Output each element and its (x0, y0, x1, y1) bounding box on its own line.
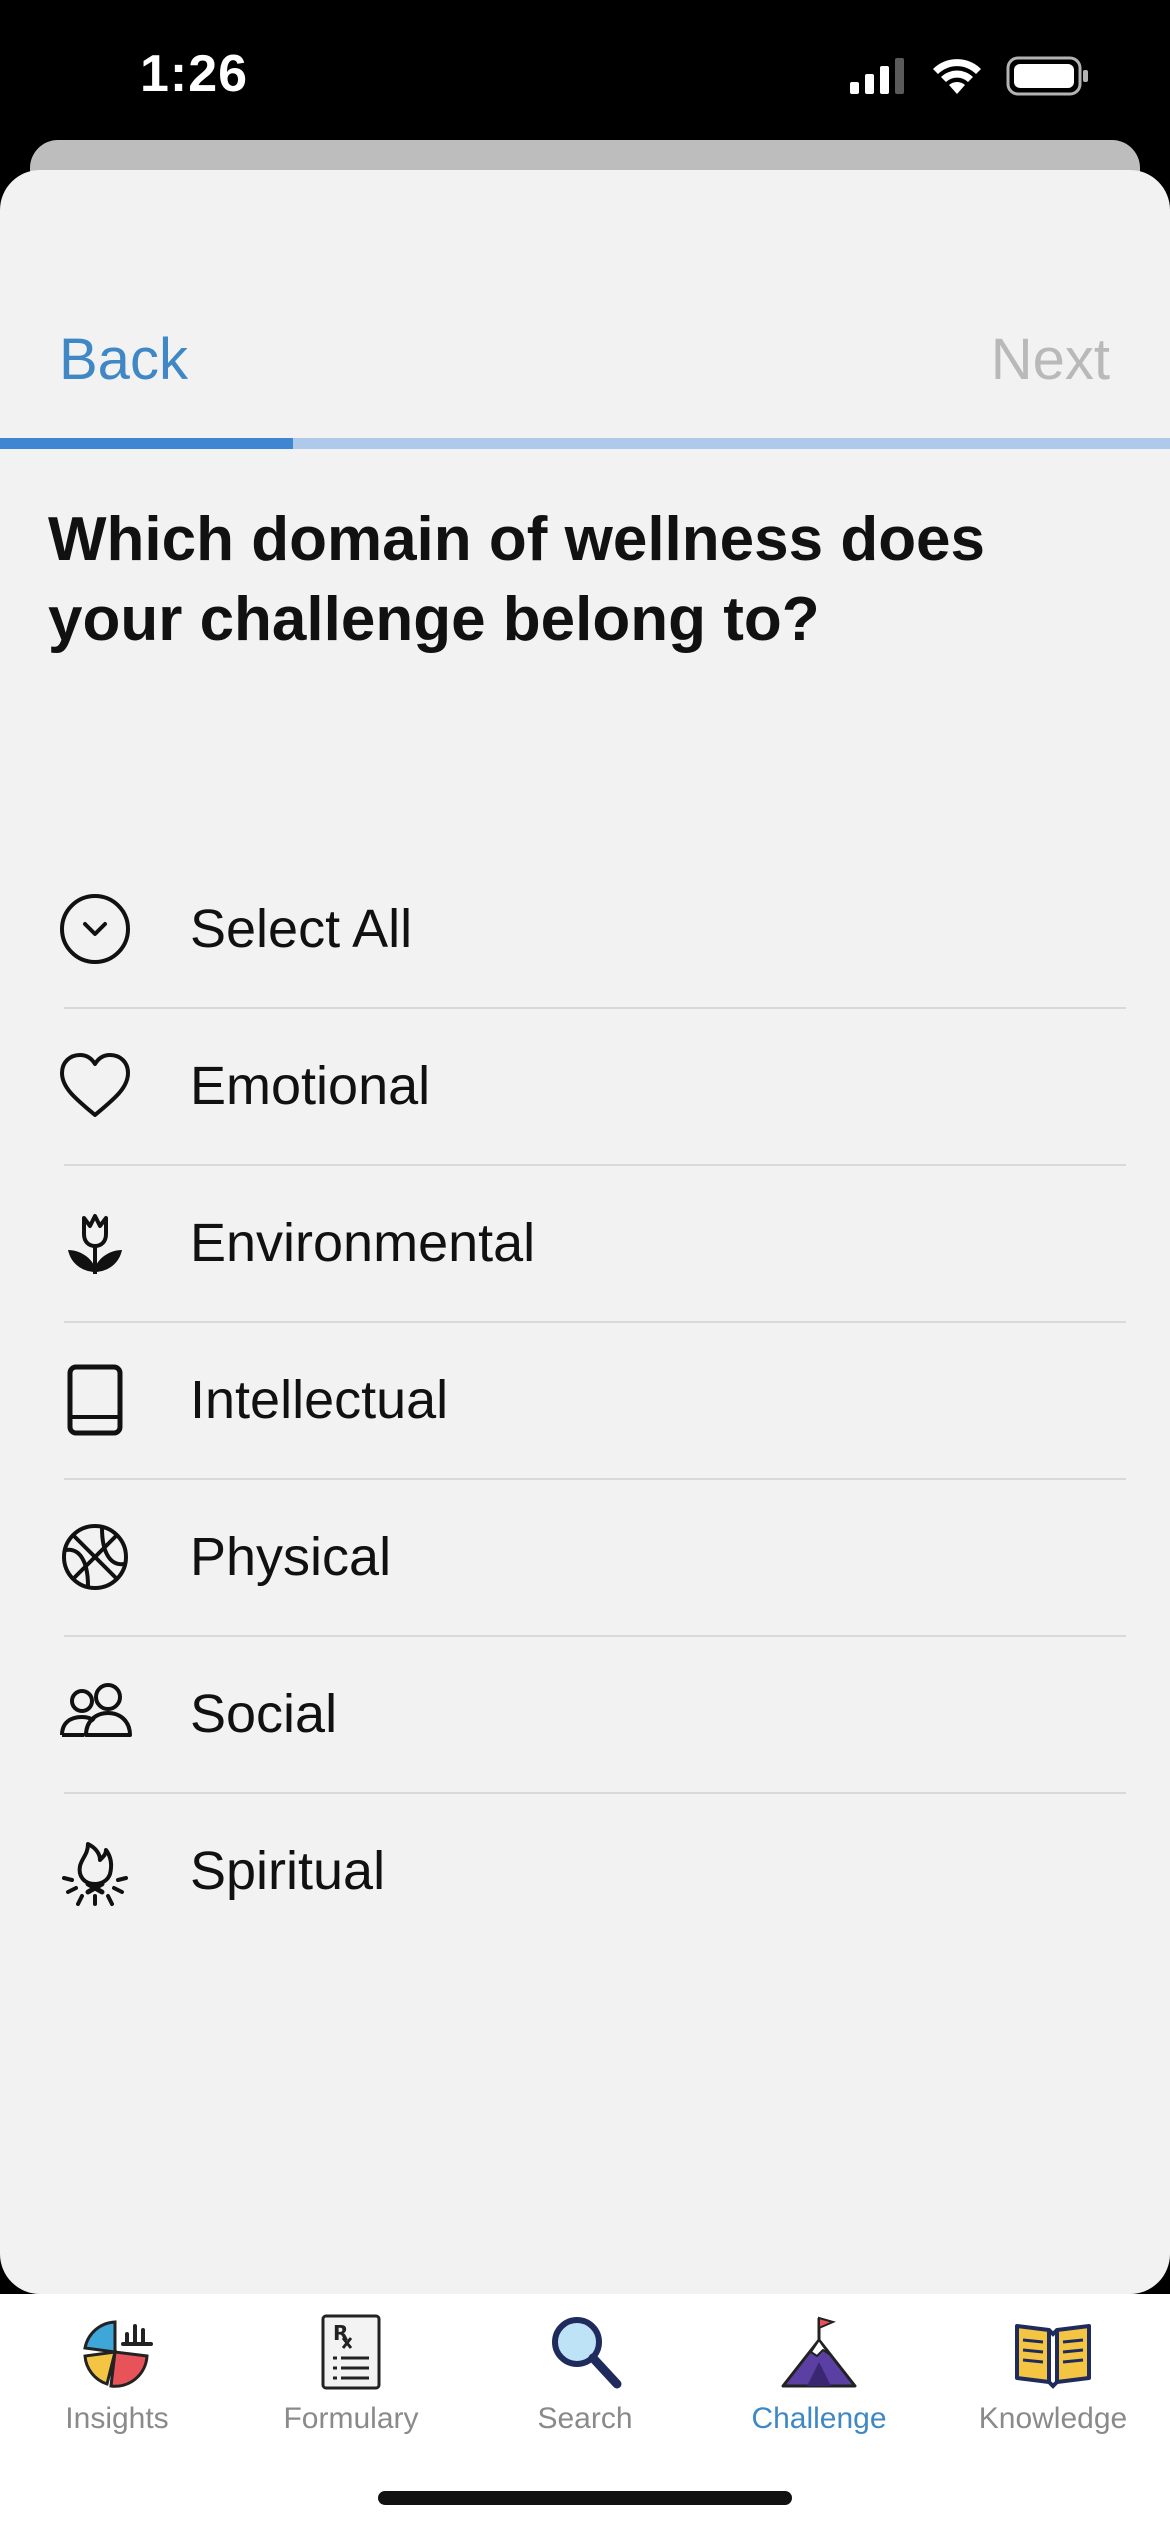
status-time: 1:26 (140, 45, 249, 103)
option-label: Physical (190, 1527, 392, 1587)
option-list: Select All Emotional Environmental Intel… (0, 852, 1170, 1951)
option-physical[interactable]: Physical (0, 1480, 1170, 1637)
challenge-sheet: Back Next Which domain of wellness does … (0, 170, 1170, 2294)
magnifier-icon (552, 2317, 622, 2389)
wifi-icon (933, 59, 981, 94)
campfire-icon (62, 1842, 128, 1906)
cellular-signal-icon (850, 58, 904, 94)
back-button[interactable]: Back (59, 326, 188, 393)
progress-fill (0, 438, 293, 449)
question-title: Which domain of wellness does your chall… (48, 505, 986, 654)
chevron-down-circle-icon (60, 894, 130, 964)
tab-label: Insights (65, 2402, 169, 2435)
book-icon (67, 1364, 123, 1436)
option-intellectual[interactable]: Intellectual (0, 1323, 1170, 1480)
option-emotional[interactable]: Emotional (0, 1009, 1170, 1166)
status-icons (848, 56, 1090, 96)
open-book-icon (1015, 2324, 1091, 2389)
option-spiritual[interactable]: Spiritual (0, 1794, 1170, 1951)
option-select-all[interactable]: Select All (0, 852, 1170, 1009)
insights-chart-icon (83, 2320, 153, 2388)
battery-icon (1006, 56, 1088, 96)
tab-label: Knowledge (978, 2402, 1128, 2435)
option-label: Select All (190, 899, 413, 959)
home-indicator[interactable] (378, 2491, 792, 2505)
option-label: Emotional (190, 1056, 431, 1116)
tab-formulary[interactable]: R Formulary (234, 2294, 468, 2494)
status-bar: 1:26 (0, 0, 1170, 150)
tab-insights[interactable]: Insights (0, 2294, 234, 2494)
option-social[interactable]: Social (0, 1637, 1170, 1794)
tab-label: Search (537, 2402, 633, 2435)
option-label: Intellectual (190, 1370, 449, 1430)
flower-icon (68, 1214, 122, 1274)
people-icon (60, 1683, 132, 1737)
tab-label: Challenge (751, 2402, 887, 2435)
basketball-icon (62, 1524, 128, 1590)
tab-label: Formulary (283, 2402, 419, 2435)
tab-search[interactable]: Search (468, 2294, 702, 2494)
next-button[interactable]: Next (991, 326, 1110, 393)
option-label: Spiritual (190, 1841, 386, 1901)
heart-icon (60, 1053, 130, 1117)
tab-challenge[interactable]: Challenge (702, 2294, 936, 2494)
progress-bar (0, 438, 1170, 449)
option-environmental[interactable]: Environmental (0, 1166, 1170, 1323)
prescription-icon: R (321, 2314, 381, 2390)
option-label: Social (190, 1684, 338, 1744)
mountain-flag-icon (781, 2316, 857, 2388)
option-label: Environmental (190, 1213, 536, 1273)
tab-knowledge[interactable]: Knowledge (936, 2294, 1170, 2494)
